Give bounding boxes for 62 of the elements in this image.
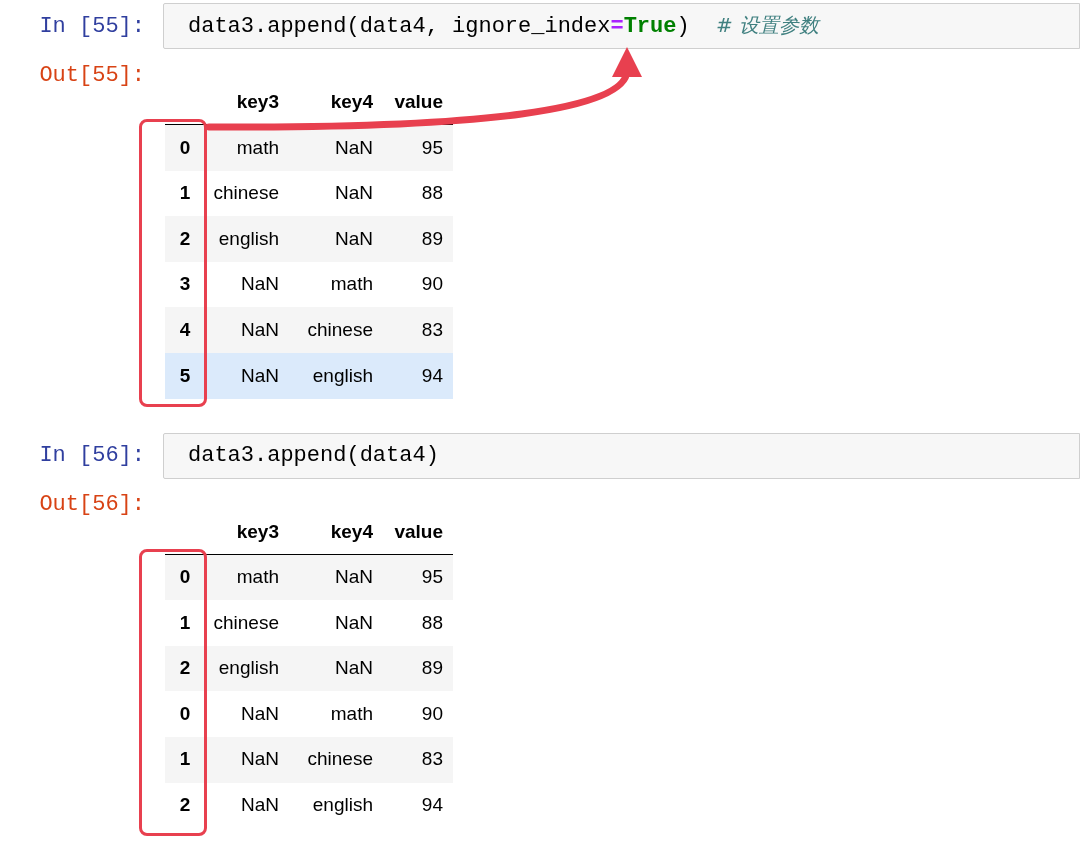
column-header: key4 xyxy=(330,519,373,544)
column-header: key4 xyxy=(330,90,373,115)
code-input-cell[interactable]: data3.append(data4) xyxy=(163,432,1080,479)
table-cell-text: math xyxy=(236,565,279,590)
table-cell-text: chinese xyxy=(307,747,373,772)
table-cell-text: NaN xyxy=(241,701,279,726)
table-cell-text: 89 xyxy=(421,226,443,251)
table-cell-text: math xyxy=(330,272,373,297)
table-cell-text: NaN xyxy=(335,181,373,206)
row-index: 3 xyxy=(179,272,191,297)
row-index: 5 xyxy=(179,363,191,388)
table-cell-text: 90 xyxy=(421,701,443,726)
table-cell-text: NaN xyxy=(335,135,373,160)
row-index: 0 xyxy=(179,701,191,726)
code-line: data3.append(data4, ignore_index=True) # 设置参数 xyxy=(188,11,820,41)
row-index: 2 xyxy=(179,226,191,251)
output-prompt: Out[55]: xyxy=(38,61,146,90)
table-cell-text: english xyxy=(312,793,373,818)
code-input-cell[interactable]: data3.append(data4, ignore_index=True) # 设置参数 xyxy=(163,3,1080,49)
row-index: 1 xyxy=(179,181,191,206)
table-cell-text: NaN xyxy=(335,656,373,681)
row-index: 2 xyxy=(179,793,191,818)
table-cell-text: chinese xyxy=(213,610,279,635)
table-cell-text: 89 xyxy=(421,656,443,681)
row-index: 2 xyxy=(179,656,191,681)
table-cell-text: english xyxy=(218,226,279,251)
table-cell-text: math xyxy=(236,135,279,160)
table-cell-text: 83 xyxy=(421,317,443,342)
output-prompt: Out[56]: xyxy=(38,491,146,520)
input-prompt: In [56]: xyxy=(38,442,146,471)
table-cell-text: NaN xyxy=(241,793,279,818)
column-header: value xyxy=(394,90,443,115)
row-index: 0 xyxy=(179,565,191,590)
input-prompt: In [55]: xyxy=(38,12,146,41)
row-index: 1 xyxy=(179,747,191,772)
table-cell-text: NaN xyxy=(241,747,279,772)
table-cell-text: 88 xyxy=(421,181,443,206)
table-cell-text: chinese xyxy=(213,181,279,206)
table-cell-text: english xyxy=(312,363,373,388)
table-cell-text: 94 xyxy=(421,363,443,388)
table-cell-text: 90 xyxy=(421,272,443,297)
row-index: 1 xyxy=(179,610,191,635)
table-cell-text: 88 xyxy=(421,610,443,635)
column-header: key3 xyxy=(236,90,279,115)
table-cell-text: NaN xyxy=(335,565,373,590)
table-cell-text: NaN xyxy=(241,272,279,297)
table-cell-text: 95 xyxy=(421,565,443,590)
table-cell-text: chinese xyxy=(307,317,373,342)
table-cell-text: 94 xyxy=(421,793,443,818)
row-index: 4 xyxy=(179,317,191,342)
code-line: data3.append(data4) xyxy=(188,442,439,471)
table-cell-text: NaN xyxy=(241,317,279,342)
table-cell-text: 83 xyxy=(421,747,443,772)
table-cell-text: english xyxy=(218,656,279,681)
row-index: 0 xyxy=(179,135,191,160)
column-header: key3 xyxy=(236,519,279,544)
table-cell-text: NaN xyxy=(241,363,279,388)
table-cell-text: 95 xyxy=(421,135,443,160)
table-cell-text: NaN xyxy=(335,226,373,251)
table-cell-text: NaN xyxy=(335,610,373,635)
table-cell-text: math xyxy=(330,701,373,726)
column-header: value xyxy=(394,519,443,544)
